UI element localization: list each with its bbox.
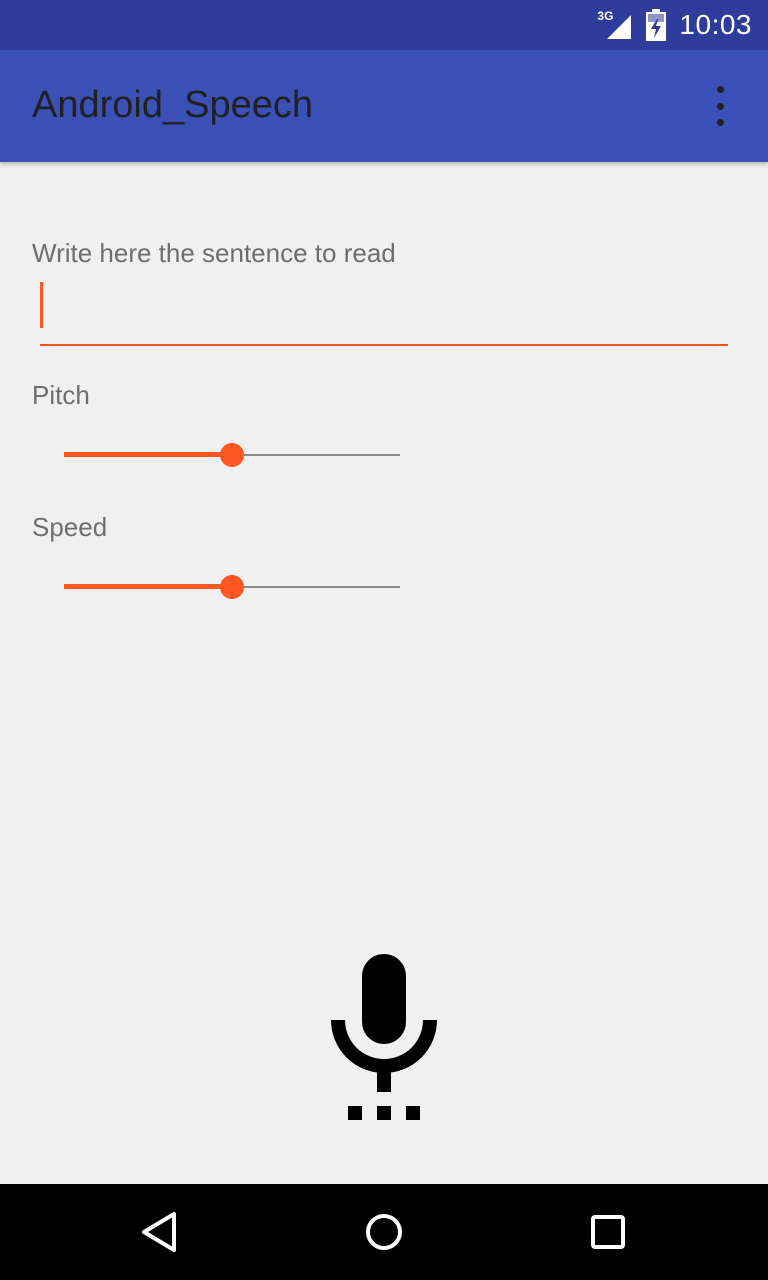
recents-icon[interactable] — [584, 1208, 632, 1256]
slider-thumb[interactable] — [220, 443, 244, 467]
text-cursor — [40, 282, 43, 328]
mic-button[interactable] — [324, 950, 444, 1130]
sentence-label: Write here the sentence to read — [32, 238, 396, 268]
speed-label: Speed — [32, 512, 108, 542]
app-bar: Android_Speech — [0, 50, 768, 162]
mic-icon — [331, 954, 437, 1120]
battery-charging-icon — [646, 9, 667, 41]
clock: 10:03 — [679, 9, 752, 40]
app-title: Android_Speech — [32, 84, 313, 126]
status-bar: 3G 10:03 — [0, 0, 768, 50]
back-icon[interactable] — [136, 1208, 184, 1256]
status-icons: 3G 10:03 — [597, 0, 752, 50]
more-vert-icon[interactable] — [702, 86, 738, 126]
navigation-bar — [0, 1184, 768, 1280]
slider-fill — [64, 584, 232, 589]
slider-fill — [64, 452, 232, 457]
signal-icon: 3G — [597, 9, 633, 41]
speed-slider[interactable] — [64, 567, 400, 607]
sentence-input[interactable] — [40, 278, 728, 346]
home-icon[interactable] — [360, 1208, 408, 1256]
pitch-slider[interactable] — [64, 435, 400, 475]
slider-thumb[interactable] — [220, 575, 244, 599]
pitch-label: Pitch — [32, 380, 90, 410]
